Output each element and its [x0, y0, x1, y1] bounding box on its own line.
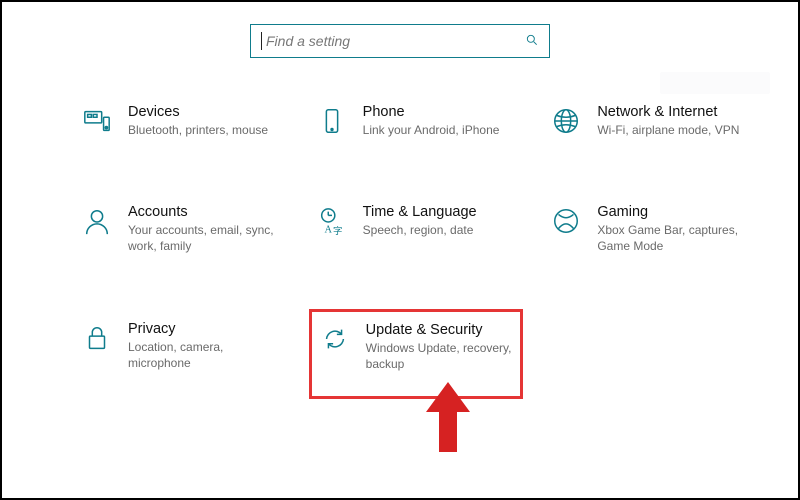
tile-text: Accounts Your accounts, email, sync, wor…	[128, 204, 281, 254]
tile-devices[interactable]: Devices Bluetooth, printers, mouse	[74, 98, 289, 152]
tile-desc: Location, camera, microphone	[128, 339, 281, 371]
svg-text:字: 字	[333, 225, 342, 236]
tile-desc: Your accounts, email, sync, work, family	[128, 222, 281, 254]
tile-empty	[543, 315, 758, 399]
text-cursor	[261, 32, 262, 50]
tile-title: Gaming	[597, 204, 750, 220]
tile-accounts[interactable]: Accounts Your accounts, email, sync, wor…	[74, 198, 289, 268]
search-box[interactable]	[250, 24, 550, 58]
search-input[interactable]	[266, 33, 525, 49]
tile-title: Network & Internet	[597, 104, 739, 120]
tile-desc: Wi-Fi, airplane mode, VPN	[597, 122, 739, 138]
xbox-icon	[549, 204, 583, 238]
faded-chip	[660, 72, 770, 94]
tile-text: Devices Bluetooth, printers, mouse	[128, 104, 268, 138]
tile-title: Accounts	[128, 204, 281, 220]
search-icon	[525, 33, 539, 50]
tile-title: Devices	[128, 104, 268, 120]
tile-text: Update & Security Windows Update, recove…	[366, 322, 513, 372]
phone-icon	[315, 104, 349, 138]
lock-icon	[80, 321, 114, 355]
svg-text:A: A	[324, 224, 332, 235]
tile-gaming[interactable]: Gaming Xbox Game Bar, captures, Game Mod…	[543, 198, 758, 268]
tile-desc: Xbox Game Bar, captures, Game Mode	[597, 222, 750, 254]
tile-phone[interactable]: Phone Link your Android, iPhone	[309, 98, 524, 152]
tile-time-language[interactable]: A 字 Time & Language Speech, region, date	[309, 198, 524, 268]
tile-update-security[interactable]: Update & Security Windows Update, recove…	[309, 309, 524, 399]
person-icon	[80, 204, 114, 238]
time-language-icon: A 字	[315, 204, 349, 238]
tile-text: Network & Internet Wi-Fi, airplane mode,…	[597, 104, 739, 138]
tile-title: Update & Security	[366, 322, 513, 338]
search-region	[2, 2, 798, 64]
tile-title: Privacy	[128, 321, 281, 337]
tile-text: Privacy Location, camera, microphone	[128, 321, 281, 371]
tile-privacy[interactable]: Privacy Location, camera, microphone	[74, 315, 289, 399]
settings-grid: Devices Bluetooth, printers, mouse Phone…	[74, 98, 758, 399]
devices-icon	[80, 104, 114, 138]
tile-text: Time & Language Speech, region, date	[363, 204, 477, 238]
tile-desc: Windows Update, recovery, backup	[366, 340, 513, 372]
sync-icon	[318, 322, 352, 356]
tile-title: Time & Language	[363, 204, 477, 220]
globe-icon	[549, 104, 583, 138]
tile-title: Phone	[363, 104, 500, 120]
tile-desc: Link your Android, iPhone	[363, 122, 500, 138]
tile-desc: Bluetooth, printers, mouse	[128, 122, 268, 138]
tile-desc: Speech, region, date	[363, 222, 477, 238]
tile-network[interactable]: Network & Internet Wi-Fi, airplane mode,…	[543, 98, 758, 152]
tile-text: Gaming Xbox Game Bar, captures, Game Mod…	[597, 204, 750, 254]
tile-text: Phone Link your Android, iPhone	[363, 104, 500, 138]
